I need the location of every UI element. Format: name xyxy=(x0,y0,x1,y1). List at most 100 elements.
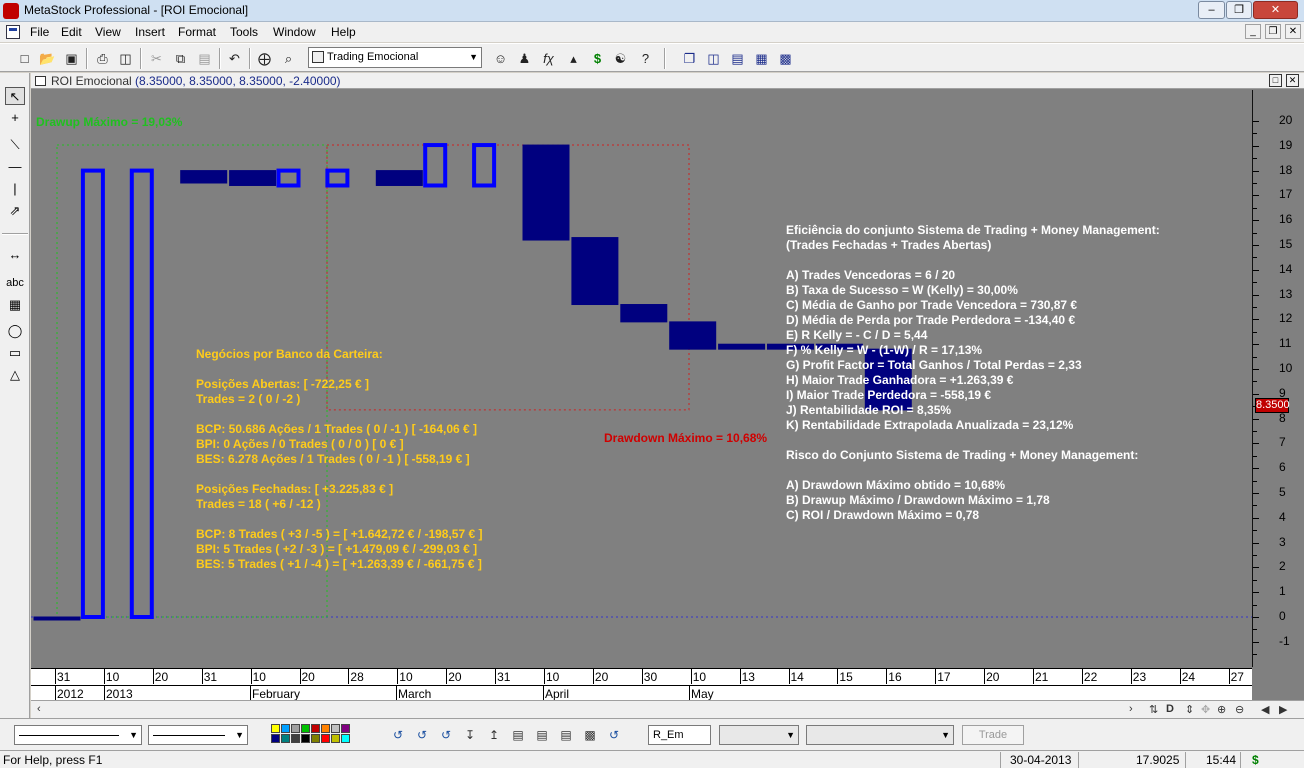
rectangle-tool-icon[interactable]: ▭ xyxy=(5,344,25,362)
color-swatch[interactable] xyxy=(271,734,280,743)
trendline-tool-icon[interactable]: ⟍ xyxy=(5,136,25,154)
cycle-lines-tool-icon[interactable]: ⇗ xyxy=(5,202,25,220)
document-system-icon[interactable] xyxy=(6,25,20,39)
color-swatch[interactable] xyxy=(271,724,280,733)
load-data-icon[interactable]: ↧ xyxy=(462,727,478,743)
chart-close-icon[interactable]: ✕ xyxy=(1286,74,1299,87)
mdi-restore-button[interactable]: ❐ xyxy=(1265,24,1281,39)
color-swatch[interactable] xyxy=(321,734,330,743)
expert-advisor-icon[interactable]: ☺ xyxy=(492,50,509,67)
menu-help[interactable]: Help xyxy=(331,25,356,39)
paste-icon[interactable]: ▤ xyxy=(196,50,213,67)
cascade-windows-icon[interactable]: ❐ xyxy=(681,50,698,67)
maximize-button[interactable]: ❐ xyxy=(1226,1,1252,19)
pan-icon[interactable]: ✥ xyxy=(1201,703,1210,716)
line-style-select[interactable]: ▼ xyxy=(14,725,142,745)
color-palette[interactable] xyxy=(271,724,353,744)
pointer-tool-icon[interactable]: ↖ xyxy=(5,87,25,105)
text-tool-icon[interactable]: abc xyxy=(5,274,25,292)
page-right-icon[interactable]: ▶ xyxy=(1279,703,1287,716)
grid-tool-icon[interactable]: ▦ xyxy=(5,296,25,314)
security-select[interactable]: ▼ xyxy=(806,725,954,745)
tile-vertical-icon[interactable]: ◫ xyxy=(705,50,722,67)
mdi-minimize-button[interactable]: _ xyxy=(1245,24,1261,39)
metastock-app-icon[interactable] xyxy=(3,3,19,19)
periodicity-d-icon[interactable]: D xyxy=(1166,703,1174,715)
layout-2-icon[interactable]: ▤ xyxy=(534,727,550,743)
save-data-icon[interactable]: ↥ xyxy=(486,727,502,743)
zoom-icon[interactable]: ⌕ xyxy=(280,50,297,67)
color-swatch[interactable] xyxy=(281,724,290,733)
color-swatch[interactable] xyxy=(291,724,300,733)
layout-1-icon[interactable]: ▤ xyxy=(510,727,526,743)
zoom-out-icon[interactable]: ⊖ xyxy=(1235,703,1244,716)
color-swatch[interactable] xyxy=(311,734,320,743)
print-preview-icon[interactable]: ◫ xyxy=(117,50,134,67)
scroll-right-icon[interactable]: › xyxy=(1129,703,1133,715)
menu-file[interactable]: File xyxy=(30,25,49,39)
page-left-icon[interactable]: ◀ xyxy=(1261,703,1269,716)
copy-icon[interactable]: ⧉ xyxy=(172,50,189,67)
chart-window[interactable]: ROI Emocional (8.35000, 8.35000, 8.35000… xyxy=(31,73,1304,718)
new-file-icon[interactable]: □ xyxy=(16,50,33,67)
web-refresh-3-icon[interactable]: ↺ xyxy=(438,727,454,743)
color-swatch[interactable] xyxy=(331,724,340,733)
menu-tools[interactable]: Tools xyxy=(230,25,258,39)
bar-chart-icon[interactable]: ▩ xyxy=(582,727,598,743)
help-pointer-icon[interactable]: ? xyxy=(637,50,654,67)
color-swatch[interactable] xyxy=(311,724,320,733)
menu-insert[interactable]: Insert xyxy=(135,25,165,39)
web-link-icon[interactable]: ↺ xyxy=(606,727,622,743)
color-swatch[interactable] xyxy=(301,734,310,743)
periodicity-select[interactable]: ▼ xyxy=(719,725,799,745)
tile-grid-icon[interactable]: ▦ xyxy=(753,50,770,67)
minimize-button[interactable]: – xyxy=(1198,1,1225,19)
mdi-close-button[interactable]: ✕ xyxy=(1285,24,1301,39)
color-swatch[interactable] xyxy=(291,734,300,743)
layout-3-icon[interactable]: ▤ xyxy=(558,727,574,743)
zoom-vertical-icon[interactable]: ⇕ xyxy=(1185,703,1194,716)
scroll-arrows-tool-icon[interactable]: ↔ xyxy=(5,246,25,264)
save-icon[interactable]: ▣ xyxy=(63,50,80,67)
vertical-line-tool-icon[interactable]: | xyxy=(5,180,25,198)
chart-window-icon[interactable] xyxy=(35,76,46,86)
y-axis[interactable]: 20 19 18 17 16 15 14 13 12 11 10 9 8 7 6 5 4 3 2 1 0 -1 xyxy=(1252,90,1304,667)
system-tester-icon[interactable]: ▴ xyxy=(565,50,582,67)
color-swatch[interactable] xyxy=(281,734,290,743)
undo-icon[interactable]: ↶ xyxy=(226,50,243,67)
arrange-icons-icon[interactable]: ▩ xyxy=(777,50,794,67)
crosshair-tool-icon[interactable]: + xyxy=(5,109,25,127)
close-button[interactable]: ✕ xyxy=(1253,1,1298,19)
symbol-field[interactable]: R_Em xyxy=(648,725,711,745)
horizontal-scrollbar[interactable]: ‹ › ⇅ D ⇕ ✥ ⊕ ⊖ ◀ ▶ xyxy=(31,700,1304,718)
scale-icon[interactable]: ⇅ xyxy=(1149,703,1158,716)
menu-format[interactable]: Format xyxy=(178,25,216,39)
scroll-left-icon[interactable]: ‹ xyxy=(37,703,41,715)
cut-icon[interactable]: ✂ xyxy=(148,50,165,67)
color-swatch[interactable] xyxy=(321,724,330,733)
horizontal-line-tool-icon[interactable]: — xyxy=(5,158,25,176)
triangle-tool-icon[interactable]: △ xyxy=(5,366,25,384)
menu-window[interactable]: Window xyxy=(273,25,316,39)
explorer-icon[interactable]: ♟ xyxy=(516,50,533,67)
chart-maximize-icon[interactable]: □ xyxy=(1269,74,1282,87)
color-swatch[interactable] xyxy=(341,734,350,743)
zoom-in-icon[interactable]: ⊕ xyxy=(1217,703,1226,716)
trade-button[interactable]: Trade xyxy=(962,725,1024,745)
tile-horizontal-icon[interactable]: ▤ xyxy=(729,50,746,67)
color-swatch[interactable] xyxy=(341,724,350,733)
x-axis[interactable]: 31 10 20 31 10 20 28 10 20 31 10 20 30 10 13 14 15 16 17 20… xyxy=(31,668,1252,701)
ellipse-tool-icon[interactable]: ◯ xyxy=(5,322,25,340)
web-refresh-2-icon[interactable]: ↺ xyxy=(414,727,430,743)
menu-edit[interactable]: Edit xyxy=(61,25,82,39)
indicator-builder-icon[interactable]: fχ xyxy=(540,50,557,67)
line-weight-select[interactable]: ▼ xyxy=(148,725,248,745)
color-swatch[interactable] xyxy=(301,724,310,733)
web-refresh-icon[interactable]: ↺ xyxy=(390,727,406,743)
trading-system-select[interactable]: Trading Emocional ▼ xyxy=(308,47,482,68)
dollar-icon[interactable]: $ xyxy=(589,50,606,67)
color-swatch[interactable] xyxy=(331,734,340,743)
binoculars-icon[interactable]: ☯ xyxy=(612,50,629,67)
crosshair-icon[interactable]: ⨁ xyxy=(256,50,273,67)
menu-view[interactable]: View xyxy=(95,25,121,39)
